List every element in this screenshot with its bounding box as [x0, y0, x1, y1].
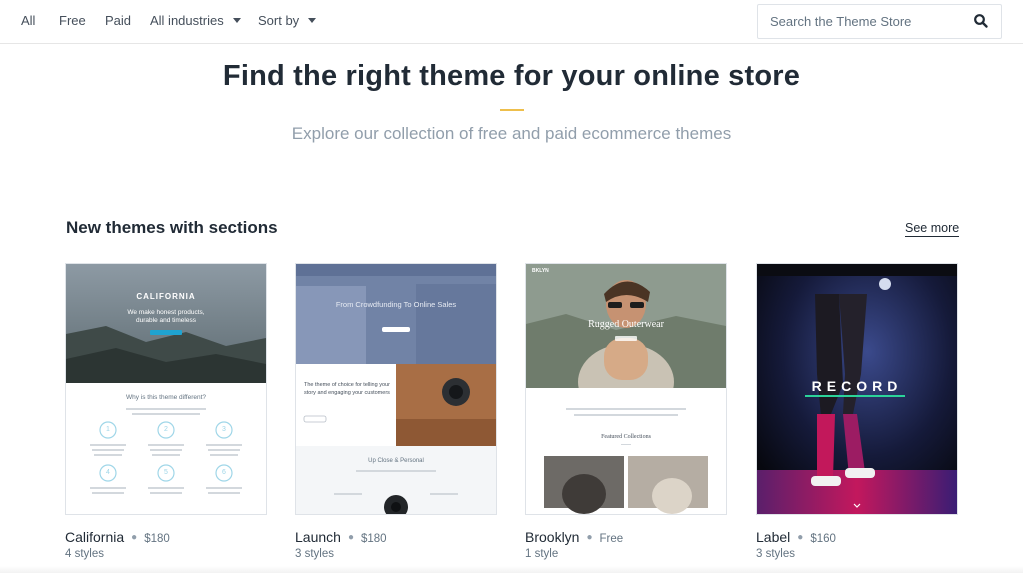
preview-step: 5 [164, 469, 168, 476]
preview-headline: Rugged Outerwear [588, 319, 664, 330]
theme-name[interactable]: Label [756, 529, 790, 545]
theme-price: $180 [144, 533, 170, 545]
filter-free[interactable]: Free [59, 13, 86, 28]
theme-card-brooklyn[interactable]: BKLYN Rugged Outerwear Featured Collecti… [525, 263, 727, 560]
filter-all-label: All [21, 13, 36, 28]
theme-styles-count: 1 style [525, 548, 559, 560]
theme-styles-count: 4 styles [65, 548, 104, 560]
filter-all[interactable]: All [21, 13, 35, 28]
theme-price: $180 [360, 533, 387, 545]
theme-thumbnail[interactable]: From Crowdfunding To Online Sales The th… [295, 263, 497, 515]
theme-thumbnail[interactable]: RECORD [756, 263, 958, 515]
sort-dropdown[interactable]: Sort by [258, 13, 317, 28]
see-more-link[interactable]: See more [905, 221, 960, 237]
preview-brand: RECORD [811, 378, 903, 394]
theme-preview-image [526, 264, 726, 514]
theme-name[interactable]: California [65, 529, 124, 545]
preview-heading: Why is this theme different? [125, 394, 207, 401]
theme-thumbnail[interactable]: BKLYN Rugged Outerwear Featured Collecti… [525, 263, 727, 515]
theme-price: Free [599, 533, 624, 545]
filter-paid-label: Paid [105, 13, 132, 28]
separator-dot: ● [797, 532, 804, 543]
bottom-fade [0, 566, 1023, 573]
section-title: New themes with sections [66, 218, 278, 237]
chevron-down-icon [308, 18, 317, 23]
theme-name-row: California ● $180 [65, 529, 170, 545]
page-title: Find the right theme for your online sto… [222, 60, 801, 92]
preview-step: 1 [106, 426, 110, 433]
theme-name[interactable]: Launch [295, 529, 341, 545]
page-subtitle: Explore our collection of free and paid … [291, 124, 732, 143]
theme-name-row: Launch ● $180 [295, 529, 387, 545]
preview-step: 6 [222, 469, 226, 476]
theme-name-row: Brooklyn ● Free [525, 529, 623, 545]
industries-dropdown[interactable]: All industries [150, 13, 241, 28]
preview-tagline: We make honest products, [127, 309, 205, 316]
filter-bar: All Free Paid All industries Sort by [0, 0, 1023, 44]
preview-headline: From Crowdfunding To Online Sales [335, 300, 457, 309]
preview-step: 3 [222, 426, 226, 433]
search-box [757, 4, 1002, 39]
title-divider [500, 109, 524, 111]
separator-dot: ● [347, 532, 354, 543]
theme-styles-count: 3 styles [756, 548, 795, 560]
search-icon [974, 14, 988, 28]
preview-brand: BKLYN [532, 268, 549, 274]
preview-heading: Featured Collections [601, 434, 651, 440]
theme-card-label[interactable]: RECORD Label ● $160 3 styles [756, 263, 958, 560]
separator-dot: ● [131, 532, 138, 543]
chevron-down-icon [232, 18, 241, 23]
theme-name[interactable]: Brooklyn [525, 529, 579, 545]
theme-card-california[interactable]: CALIFORNIA We make honest products, dura… [65, 263, 267, 560]
filter-free-label: Free [59, 13, 86, 28]
industries-dropdown-label: All industries [150, 13, 224, 28]
preview-tagline: durable and timeless [136, 317, 196, 324]
preview-step: 4 [106, 469, 110, 476]
filter-paid[interactable]: Paid [105, 13, 131, 28]
preview-brand: CALIFORNIA [136, 292, 196, 301]
theme-price: $160 [810, 533, 836, 545]
theme-styles-count: 3 styles [295, 548, 334, 560]
search-input[interactable] [758, 5, 968, 38]
theme-card-launch[interactable]: From Crowdfunding To Online Sales The th… [295, 263, 497, 560]
search-button[interactable] [973, 13, 989, 29]
preview-blurb: story and engaging your customers [304, 390, 390, 396]
preview-blurb: The theme of choice for telling your [304, 382, 390, 388]
theme-preview-image [66, 264, 266, 514]
theme-thumbnail[interactable]: CALIFORNIA We make honest products, dura… [65, 263, 267, 515]
sort-dropdown-label: Sort by [258, 13, 300, 28]
theme-name-row: Label ● $160 [756, 529, 836, 545]
preview-step: 2 [164, 426, 168, 433]
separator-dot: ● [586, 532, 593, 543]
preview-heading: Up Close & Personal [368, 458, 424, 464]
